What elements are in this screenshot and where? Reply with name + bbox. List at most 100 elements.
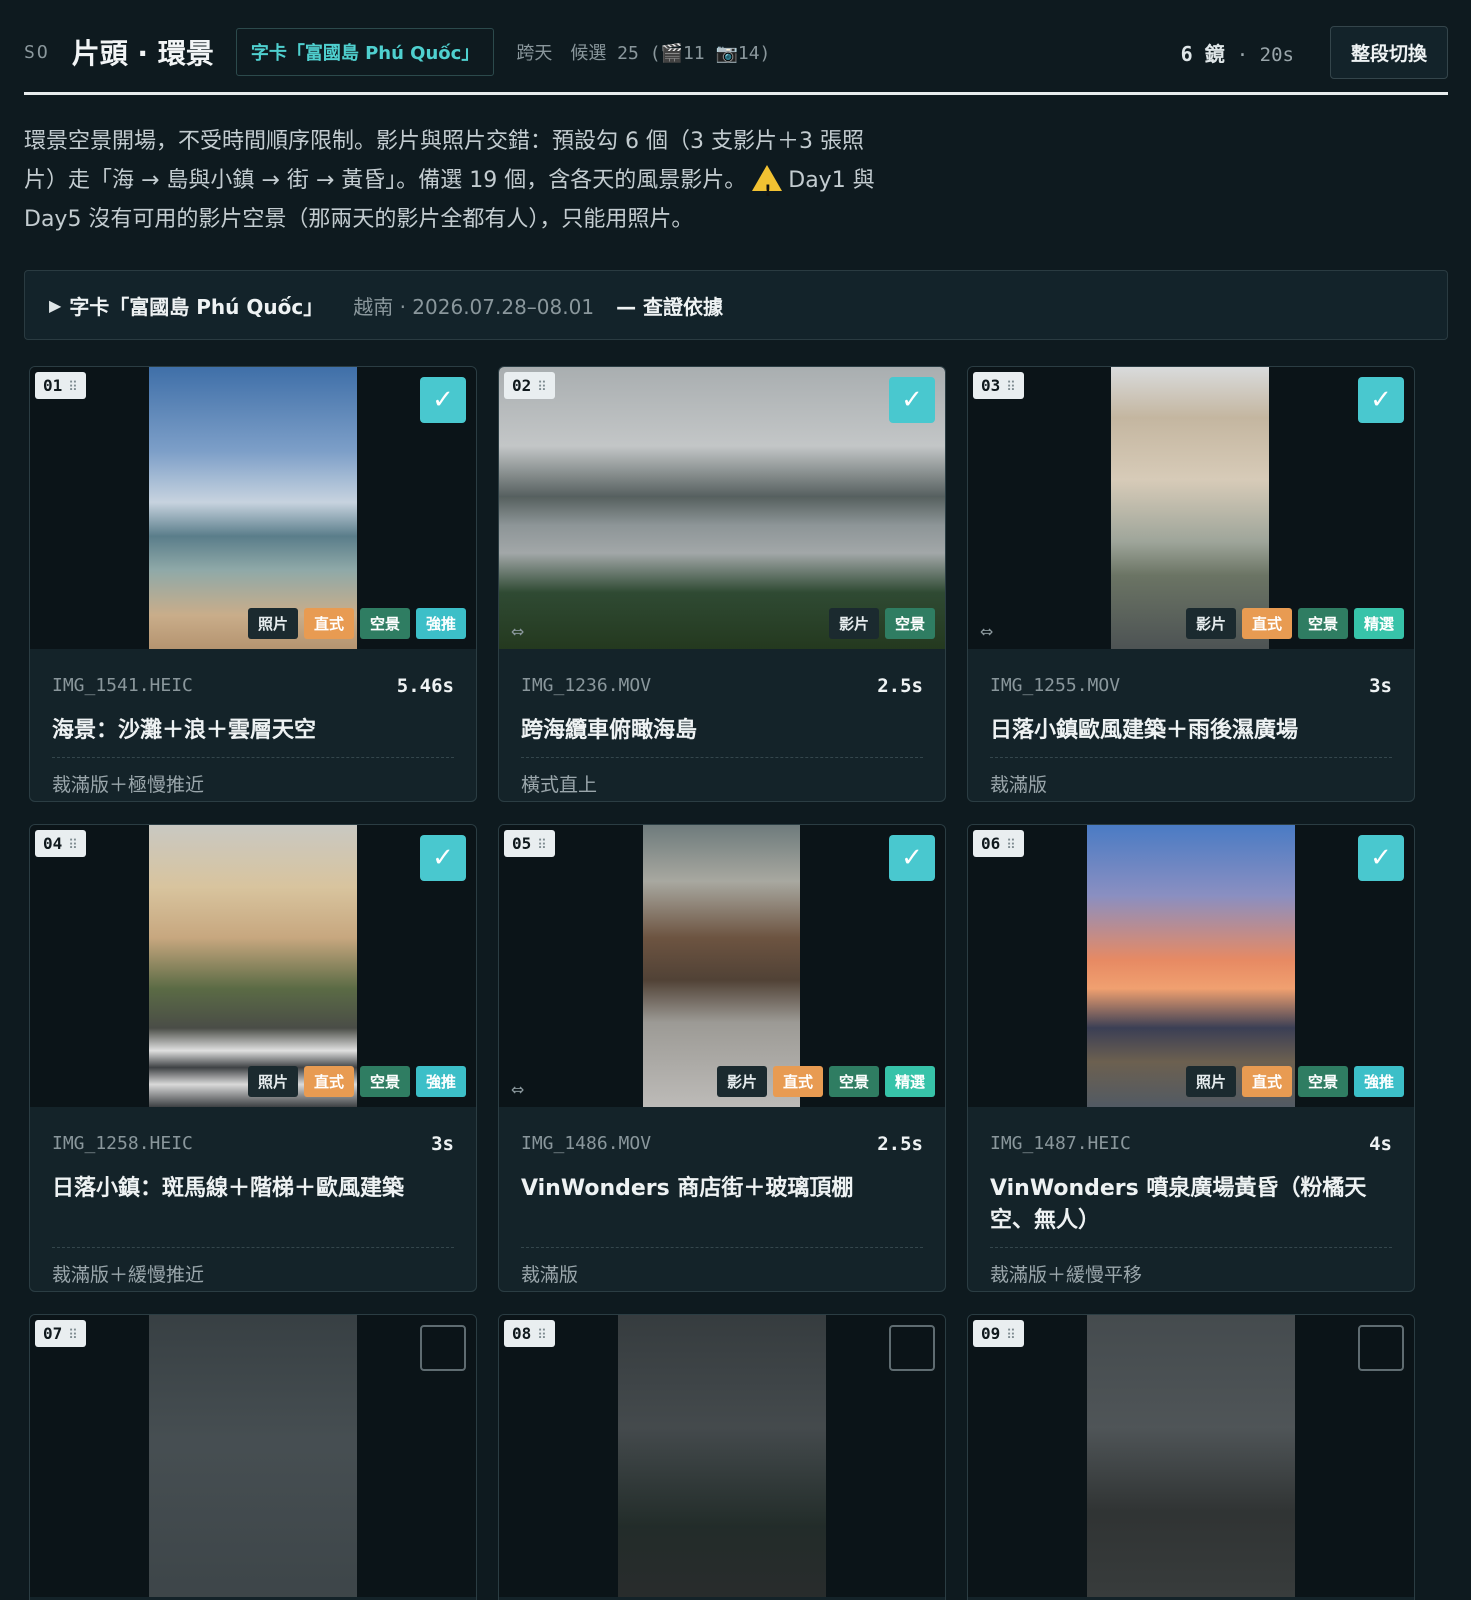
swap-orientation-icon[interactable]: ⇔ [511,1080,524,1099]
drag-handle-icon: ⠿ [1006,838,1016,853]
clip-duration: 5.46s [396,675,454,697]
select-checkbox[interactable]: ✓ [1358,1325,1404,1371]
section-title: 片頭 · 環景 [71,37,214,70]
shot-card[interactable]: 06 ⠿ ✓ 照片 直式 空景 強推 IMG_1487.HEIC 4s VinWonders 噴泉… [967,824,1415,1292]
description-line-2: 片）走「海 → 島與小鎮 → 街 → 黃昏」。備選 19 個，含各天的風景影片。 [24,168,747,193]
shot-number: 03 [981,376,1001,395]
shot-number-handle[interactable]: 05 ⠿ [504,830,555,857]
clip-duration: 3s [431,1133,454,1155]
tag-badge: 精選 [1353,608,1404,639]
select-checkbox[interactable]: ✓ [1358,835,1404,881]
drag-handle-icon: ⠿ [68,838,78,853]
file-name: IMG_1258.HEIC [52,1133,193,1154]
select-checkbox[interactable]: ✓ [420,835,466,881]
candidate-meta: 跨天 候選 25 (🎬11 📷14) [516,43,771,64]
card-info: IMG_1255.MOV 3s 日落小鎮歐風建築＋雨後濕廣場 裁滿版 [990,649,1392,797]
shot-number-handle[interactable]: 09 ⠿ [973,1320,1024,1347]
thumbnail: 02 ⠿ ✓ ⇔ 影片 空景 [499,367,945,649]
swap-orientation-icon[interactable]: ⇔ [511,622,524,641]
tag-badge: 照片 [247,1066,298,1097]
description-line-3: Day5 沒有可用的影片空景（那兩天的影片全都有人），只能用照片。 [24,207,694,232]
card-info: IMG_1236.MOV 2.5s 跨海纜車俯瞰海島 橫式直上 [521,649,923,797]
shot-card[interactable]: 04 ⠿ ✓ 照片 直式 空景 強推 IMG_1258.HEIC 3s 日落小鎮：斑馬線＋階梯＋歐… [29,824,477,1292]
thumbnail: 06 ⠿ ✓ 照片 直式 空景 強推 [968,825,1414,1107]
file-name: IMG_1487.HEIC [990,1133,1131,1154]
shot-number-handle[interactable]: 01 ⠿ [35,372,86,399]
tag-badge: 空景 [1297,608,1348,639]
divider [990,1247,1392,1248]
tag-list: 影片 直式 空景 精選 [716,1066,935,1097]
shot-card[interactable]: 05 ⠿ ✓ ⇔ 影片 直式 空景 精選 IMG_1486.MOV 2.5s VinWonders … [498,824,946,1292]
thumbnail: 09 ⠿ ✓ [968,1315,1414,1597]
divider [521,757,923,758]
thumbnail-image [499,367,945,649]
divider [52,1247,454,1248]
title-card-chip[interactable]: 字卡「富國島 Phú Quốc」 [235,28,495,76]
thumbnail: 01 ⠿ ✓ 照片 直式 空景 強推 [30,367,476,649]
tag-list: 照片 直式 空景 強推 [247,608,466,639]
shot-number: 09 [981,1324,1001,1343]
edit-note: 裁滿版＋極慢推近 [52,774,205,796]
shot-number-handle[interactable]: 07 ⠿ [35,1320,86,1347]
switch-section-button[interactable]: 整段切換 [1329,25,1448,79]
tag-badge: 直式 [772,1066,823,1097]
clip-title: 海景：沙灘＋浪＋雲層天空 [52,718,317,743]
shot-card[interactable]: 07 ⠿ ✓ [29,1314,477,1600]
clip-title: VinWonders 噴泉廣場黃昏（粉橘天空、無人） [990,1176,1367,1233]
thumbnail: 08 ⠿ ✓ [499,1315,945,1597]
shot-card[interactable]: 08 ⠿ ✓ [498,1314,946,1600]
drag-handle-icon: ⠿ [537,838,547,853]
shot-number: 08 [512,1324,532,1343]
tag-badge: 空景 [359,1066,410,1097]
edit-note: 橫式直上 [521,774,598,796]
shot-number-handle[interactable]: 02 ⠿ [504,372,555,399]
drag-handle-icon: ⠿ [537,1328,547,1343]
shot-card[interactable]: 03 ⠿ ✓ ⇔ 影片 直式 空景 精選 IMG_1255.MOV 3s 日落小鎮歐風建築＋雨後濕廣… [967,366,1415,802]
check-icon: ✓ [901,1335,923,1365]
description-line-1: 環景空景開場，不受時間順序限制。影片與照片交錯：預設勾 6 個（3 支影片＋3 … [24,129,864,154]
tag-badge: 強推 [415,1066,466,1097]
edit-note: 裁滿版＋緩慢推近 [52,1264,205,1286]
clip-duration: 3s [1369,675,1392,697]
shot-card[interactable]: 09 ⠿ ✓ [967,1314,1415,1600]
divider [990,757,1392,758]
select-checkbox[interactable]: ✓ [889,1325,935,1371]
select-checkbox[interactable]: ✓ [889,377,935,423]
tag-badge: 直式 [1241,608,1292,639]
shot-number-handle[interactable]: 08 ⠿ [504,1320,555,1347]
shot-number-handle[interactable]: 06 ⠿ [973,830,1024,857]
clip-title: 日落小鎮：斑馬線＋階梯＋歐風建築 [52,1176,405,1201]
card-info: IMG_1487.HEIC 4s VinWonders 噴泉廣場黃昏（粉橘天空、無人… [990,1107,1392,1287]
shot-card[interactable]: 02 ⠿ ✓ ⇔ 影片 空景 IMG_1236.MOV 2.5s 跨海纜車俯瞰海島 橫式直上 [498,366,946,802]
tag-badge: 空景 [1297,1066,1348,1097]
thumbnail: 07 ⠿ ✓ [30,1315,476,1597]
select-checkbox[interactable]: ✓ [889,835,935,881]
clip-duration: 4s [1369,1133,1392,1155]
select-checkbox[interactable]: ✓ [420,1325,466,1371]
evidence-link[interactable]: — 查證依據 [616,291,723,320]
thumbnail-image [618,1315,826,1597]
clip-title: 日落小鎮歐風建築＋雨後濕廣場 [990,718,1299,743]
shot-number: 06 [981,834,1001,853]
tag-badge: 影片 [716,1066,767,1097]
shot-number: 04 [43,834,63,853]
select-checkbox[interactable]: ✓ [1358,377,1404,423]
thumbnail-image [643,825,800,1107]
tag-badge: 強推 [415,608,466,639]
tag-badge: 影片 [828,608,879,639]
expand-triangle-icon: ▶ [49,295,62,315]
shot-card[interactable]: 01 ⠿ ✓ 照片 直式 空景 強推 IMG_1541.HEIC 5.46s 海景：沙灘＋浪＋雲層… [29,366,477,802]
evidence-toggle[interactable]: ▶ 字卡「富國島 Phú Quốc」 越南 · 2026.07.28–08.01… [24,270,1448,340]
file-name: IMG_1255.MOV [990,675,1121,696]
swap-orientation-icon[interactable]: ⇔ [980,622,993,641]
check-icon: ✓ [901,385,923,415]
check-icon: ✓ [1370,1335,1392,1365]
thumbnail-image [149,825,357,1107]
select-checkbox[interactable]: ✓ [420,377,466,423]
divider [52,757,454,758]
tag-list: 照片 直式 空景 強推 [1185,1066,1404,1097]
shot-number-handle[interactable]: 03 ⠿ [973,372,1024,399]
shot-number: 07 [43,1324,63,1343]
check-icon: ✓ [1370,385,1392,415]
shot-number-handle[interactable]: 04 ⠿ [35,830,86,857]
